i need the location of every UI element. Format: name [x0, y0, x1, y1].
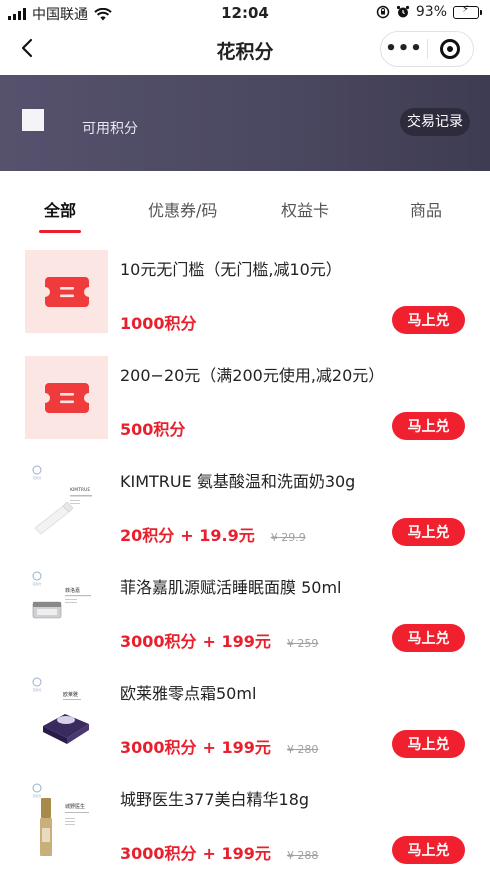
redeem-button[interactable]: 马上兑: [392, 624, 465, 652]
face-mask-jar-image: 花积分 菲洛嘉: [32, 571, 91, 619]
nav-bar: 花积分 •••: [0, 26, 490, 74]
redeem-button[interactable]: 马上兑: [392, 730, 465, 758]
original-price: ¥ 288: [286, 849, 319, 862]
svg-text:花积分: 花积分: [32, 581, 41, 586]
night-cream-jar-image: 花积分 欧莱雅: [32, 677, 89, 744]
category-tabs: 全部 优惠券/码 权益卡 商品: [0, 186, 490, 234]
status-right: 93%: [376, 4, 482, 20]
item-title: 城野医生377美白精华18g: [120, 790, 310, 809]
svg-text:花积分: 花积分: [32, 687, 41, 692]
available-points-label: 可用积分: [82, 121, 138, 137]
price-row: 20积分 + 19.9元 ¥ 29.9: [120, 522, 306, 546]
redeem-button[interactable]: 马上兑: [392, 306, 465, 334]
product-thumbnail: 花积分 菲洛嘉: [25, 568, 108, 651]
battery-icon: [453, 5, 482, 19]
redeem-button[interactable]: 马上兑: [392, 412, 465, 440]
svg-text:欧莱雅: 欧莱雅: [63, 691, 78, 698]
svg-text:花积分: 花积分: [32, 475, 41, 480]
product-thumbnail: 花积分 欧莱雅: [25, 674, 108, 757]
points-banner: 可用积分 交易记录: [0, 75, 490, 171]
list-item[interactable]: 花积分 欧莱雅 欧莱雅零点霜50ml 3000积分 + 199元 ¥ 280 马…: [0, 670, 490, 776]
tab-benefit-cards[interactable]: 权益卡: [281, 197, 329, 221]
product-thumbnail: 花积分 KIMTRUE: [25, 462, 108, 545]
list-item[interactable]: 花积分 菲洛嘉 菲洛嘉肌源赋活睡眠面膜 50ml 3000积分 + 199元 ¥…: [0, 564, 490, 670]
price-row: 1000积分: [120, 310, 197, 334]
price-row: 500积分: [120, 416, 185, 440]
cash-price: + 199元: [202, 738, 271, 757]
item-title: 10元无门槛（无门槛,减10元）: [120, 260, 342, 279]
list-item[interactable]: 10元无门槛（无门槛,减10元） 1000积分 马上兑: [0, 246, 490, 352]
price-row: 3000积分 + 199元 ¥ 288: [120, 840, 318, 864]
coupon-ticket-icon: [44, 382, 89, 413]
product-thumbnail: 花积分 城野医生: [25, 780, 108, 863]
active-tab-indicator: [39, 230, 81, 233]
price-row: 3000积分 + 199元 ¥ 280: [120, 734, 318, 758]
item-title: 200−20元（满200元使用,减20元）: [120, 366, 385, 385]
tab-coupons[interactable]: 优惠券/码: [148, 197, 217, 221]
back-button[interactable]: [14, 34, 44, 64]
redeem-button[interactable]: 马上兑: [392, 518, 465, 546]
cleanser-tube-image: 花积分 KIMTRUE: [32, 465, 92, 535]
original-price: ¥ 259: [286, 637, 319, 650]
price-row: 3000积分 + 199元 ¥ 259: [120, 628, 318, 652]
more-menu-button[interactable]: •••: [381, 31, 427, 67]
status-bar: 中国联通 12:04 93%: [0, 0, 490, 26]
coupon-thumbnail: [25, 250, 108, 333]
points-price: 3000积分: [120, 632, 197, 651]
svg-text:菲洛嘉: 菲洛嘉: [65, 587, 80, 594]
list-item[interactable]: 花积分 KIMTRUE KIMTRUE 氨基酸温和洗面奶30g 20积分 + 1…: [0, 458, 490, 564]
list-item[interactable]: 花积分 城野医生 城野医生377美白精华18g 3000积分 + 199元 ¥ …: [0, 776, 490, 882]
svg-text:KIMTRUE: KIMTRUE: [70, 487, 90, 493]
cash-price: + 199元: [202, 844, 271, 863]
points-price: 3000积分: [120, 738, 197, 757]
list-item[interactable]: 200−20元（满200元使用,减20元） 500积分 马上兑: [0, 352, 490, 458]
points-placeholder-image: [22, 109, 44, 131]
redeem-button[interactable]: 马上兑: [392, 836, 465, 864]
close-miniprogram-button[interactable]: [428, 39, 473, 59]
cash-price: + 199元: [202, 632, 271, 651]
trade-record-button[interactable]: 交易记录: [400, 108, 470, 136]
miniprogram-capsule: •••: [380, 31, 474, 67]
coupon-ticket-icon: [44, 276, 89, 307]
alarm-icon: [396, 5, 409, 18]
battery-percent: 93%: [415, 4, 447, 20]
svg-text:城野医生: 城野医生: [65, 803, 85, 810]
points-price: 500积分: [120, 420, 186, 439]
reward-list: 10元无门槛（无门槛,减10元） 1000积分 马上兑 200−20元（满200…: [0, 246, 490, 882]
points-price: 20积分: [120, 526, 175, 545]
points-price: 3000积分: [120, 844, 197, 863]
chevron-left-icon: [21, 38, 33, 58]
svg-text:花积分: 花积分: [32, 793, 41, 798]
tab-all[interactable]: 全部: [44, 197, 76, 221]
item-title: 欧莱雅零点霜50ml: [120, 684, 257, 703]
item-title: 菲洛嘉肌源赋活睡眠面膜 50ml: [120, 578, 342, 597]
original-price: ¥ 29.9: [270, 531, 306, 544]
serum-bottle-image: 花积分 城野医生: [32, 783, 89, 856]
points-price: 1000积分: [120, 314, 197, 333]
item-title: KIMTRUE 氨基酸温和洗面奶30g: [120, 472, 356, 491]
cash-price: + 19.9元: [180, 526, 255, 545]
coupon-thumbnail: [25, 356, 108, 439]
original-price: ¥ 280: [286, 743, 319, 756]
orientation-lock-icon: [376, 5, 390, 19]
target-close-icon: [440, 39, 461, 59]
tab-products[interactable]: 商品: [410, 197, 442, 221]
